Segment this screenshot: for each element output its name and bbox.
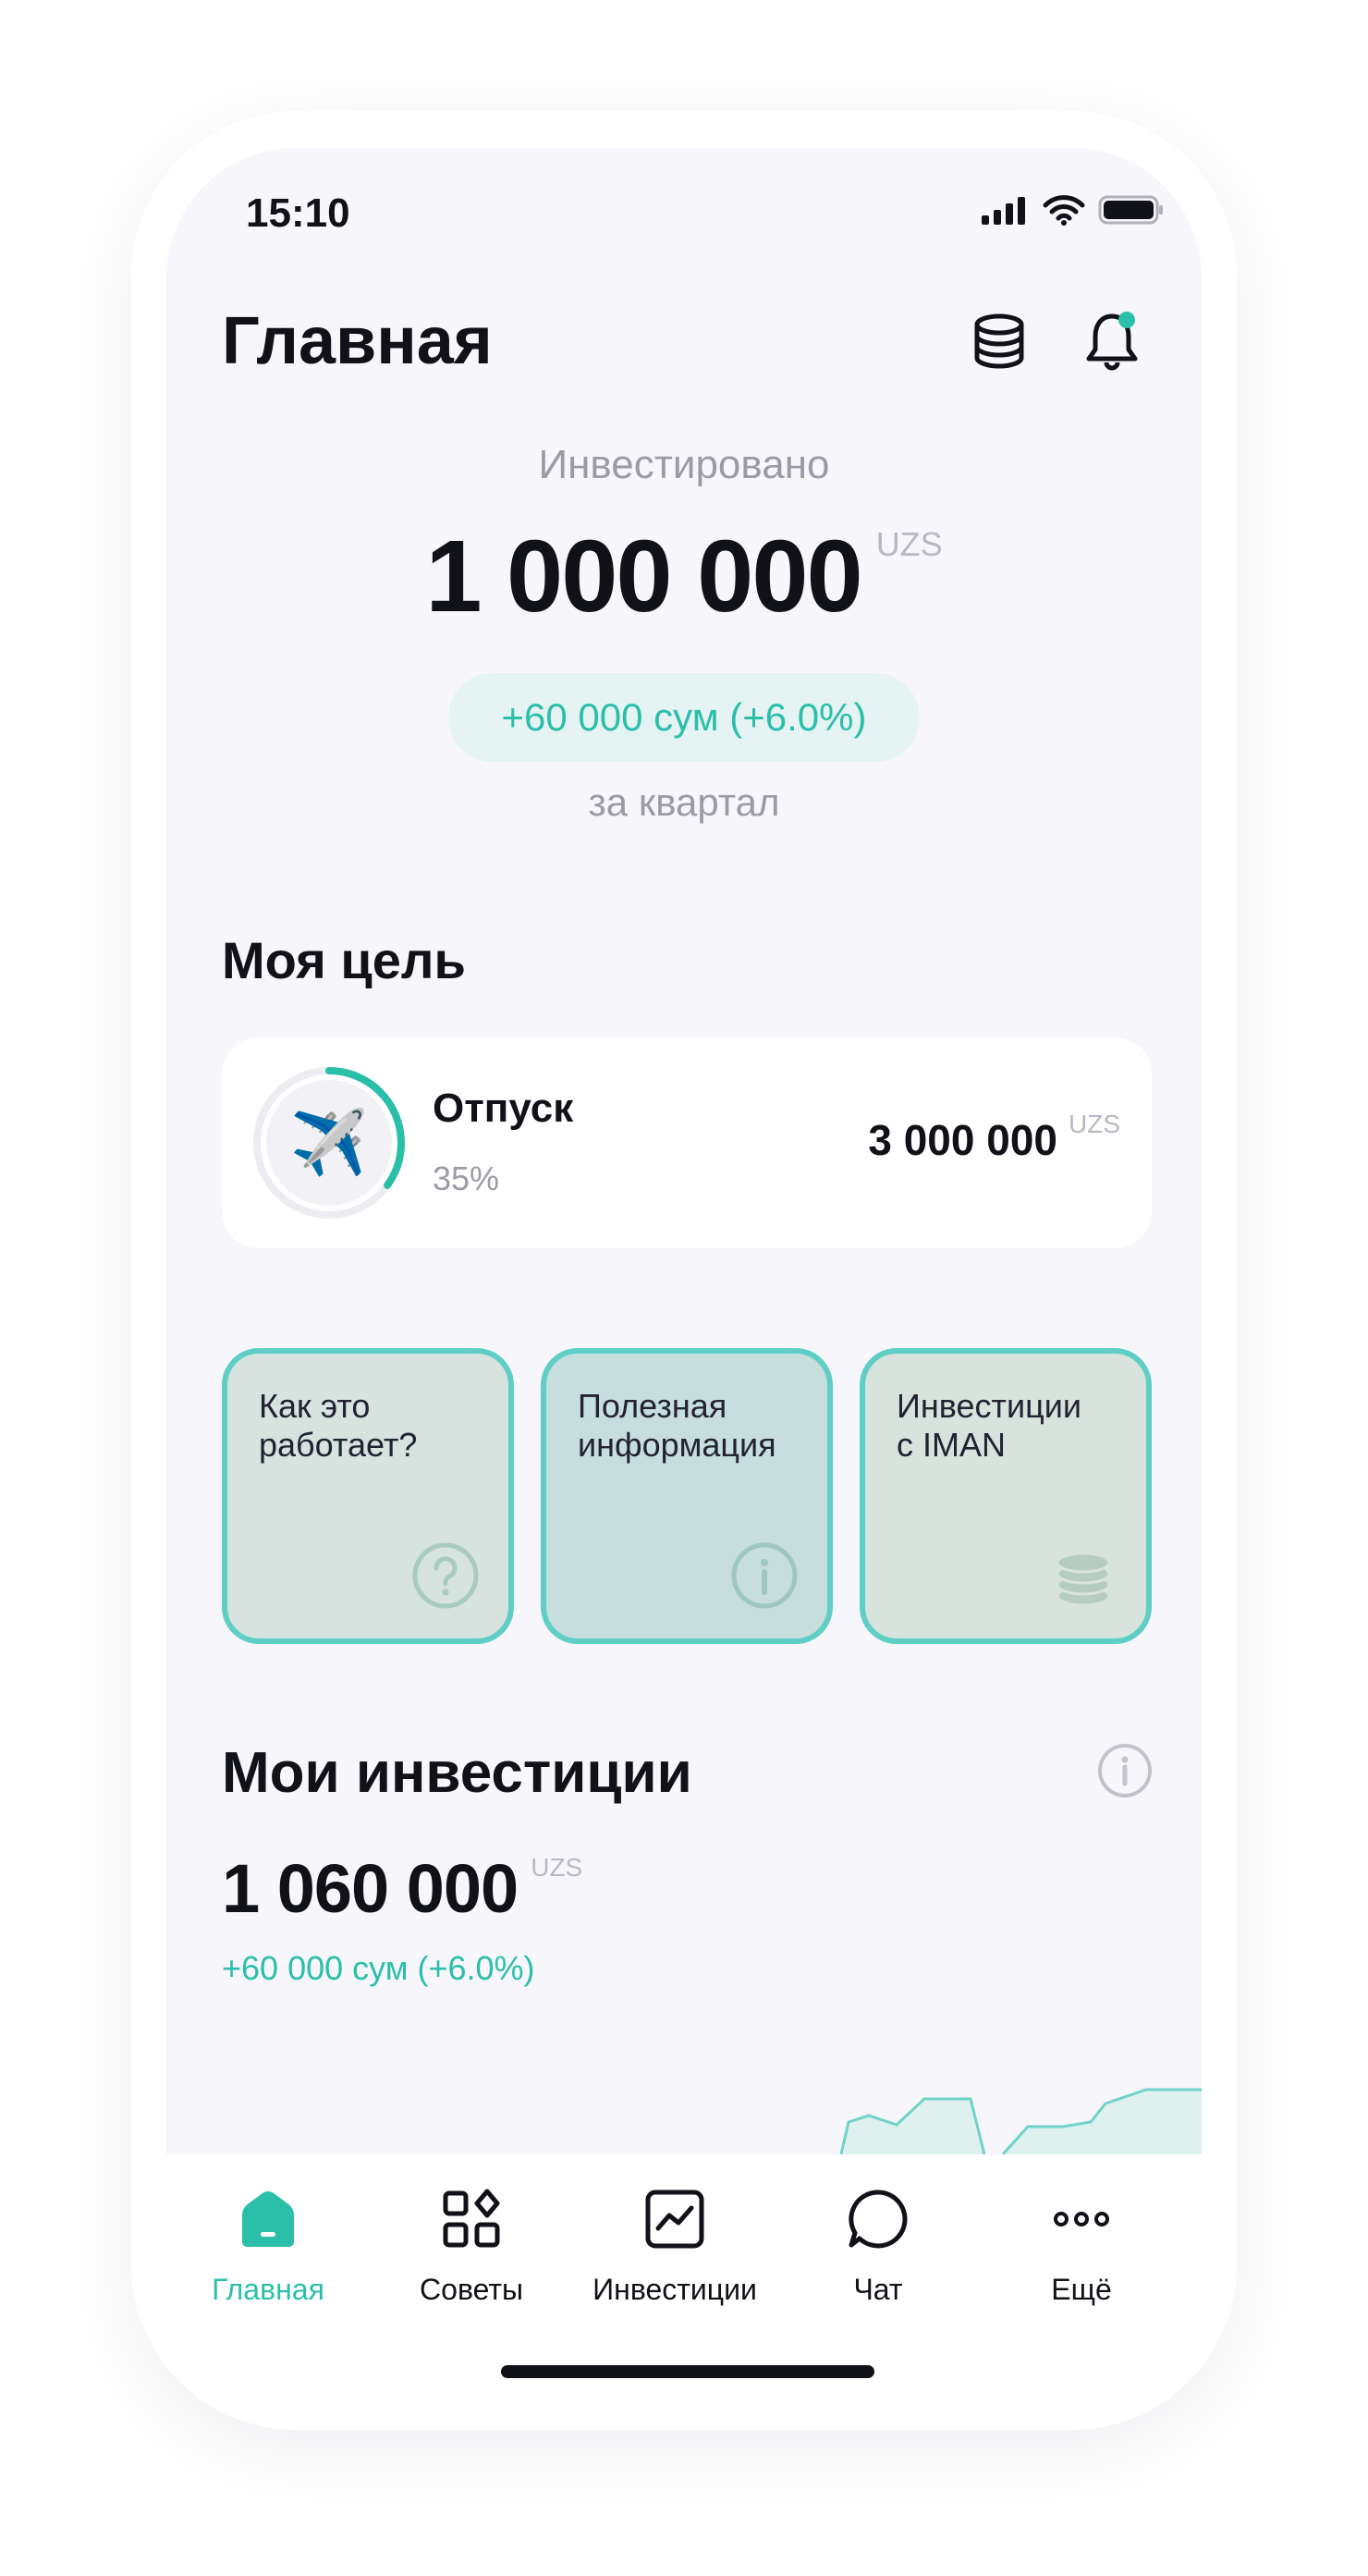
info-card-label: Полезная информация xyxy=(578,1387,776,1464)
tab-bar: Главная Советы Инвестиции Чат Ещё xyxy=(166,2154,1202,2386)
battery-icon xyxy=(1098,195,1163,225)
goal-target-amount: 3 000 000 xyxy=(868,1116,1057,1164)
wifi-icon xyxy=(1043,195,1085,226)
investments-info-icon[interactable] xyxy=(1096,1742,1154,1799)
goal-card[interactable]: ✈️ Отпуск 35% 3 000 000 UZS xyxy=(222,1037,1152,1248)
investments-total: 1 060 000 UZS xyxy=(222,1849,582,1928)
tab-label: Инвестиции xyxy=(592,2273,757,2306)
page-title: Главная xyxy=(222,304,493,378)
goal-section-title: Моя цель xyxy=(222,931,466,989)
airplane-icon: ✈️ xyxy=(289,1108,369,1178)
notifications-button[interactable] xyxy=(1080,309,1144,374)
invested-amount: 1 000 000 xyxy=(425,520,862,633)
invested-label: Инвестировано xyxy=(538,442,830,487)
more-icon xyxy=(1054,2212,1109,2226)
tab-tips[interactable]: Советы xyxy=(370,2154,573,2339)
tab-label: Ещё xyxy=(1051,2273,1112,2306)
goal-target-currency: UZS xyxy=(1069,1110,1120,1138)
home-icon xyxy=(242,2191,294,2247)
invested-total: 1 000 000 UZS xyxy=(166,518,1202,635)
home-indicator[interactable] xyxy=(501,2365,874,2378)
investments-section-title: Мои инвестиции xyxy=(222,1741,692,1805)
investments-sparkline xyxy=(839,2088,1202,2154)
goal-name: Отпуск xyxy=(433,1086,574,1131)
chart-icon xyxy=(645,2190,704,2249)
chat-icon xyxy=(849,2190,908,2249)
signal-icon xyxy=(982,197,1025,225)
tab-more[interactable]: Ещё xyxy=(980,2154,1183,2339)
question-icon xyxy=(412,1542,479,1609)
info-card-label: Как это работает? xyxy=(259,1387,418,1464)
coins-stack-icon xyxy=(1056,1552,1111,1607)
period-label: за квартал xyxy=(588,780,780,824)
invested-change-badge: +60 000 сум (+6.0%) xyxy=(448,673,920,762)
goal-target: 3 000 000 UZS xyxy=(868,1110,1120,1165)
investments-change: +60 000 сум (+6.0%) xyxy=(222,1949,535,1987)
goal-percent: 35% xyxy=(433,1159,500,1197)
info-card-how-it-works[interactable]: Как это работает? xyxy=(222,1348,514,1644)
tab-label: Чат xyxy=(853,2273,903,2306)
status-time: 15:10 xyxy=(246,190,350,236)
info-card-invest-iman[interactable]: Инвестиции с IMAN xyxy=(860,1348,1152,1644)
coins-button[interactable] xyxy=(967,309,1032,374)
investments-currency: UZS xyxy=(531,1853,583,1882)
info-icon xyxy=(731,1542,798,1609)
tab-label: Советы xyxy=(420,2273,523,2306)
tab-chat[interactable]: Чат xyxy=(776,2154,980,2339)
app-screen: 15:10 Главная Инвестировано 1 000 000 UZ… xyxy=(166,148,1202,2386)
investments-amount: 1 060 000 xyxy=(222,1850,519,1927)
invested-currency: UZS xyxy=(875,525,943,563)
info-card-label: Инвестиции с IMAN xyxy=(897,1387,1081,1464)
status-icons xyxy=(982,194,1165,226)
tips-grid-icon xyxy=(443,2189,500,2248)
bell-icon xyxy=(1086,312,1138,371)
tab-home[interactable]: Главная xyxy=(166,2154,370,2339)
info-card-useful-info[interactable]: Полезная информация xyxy=(541,1348,833,1644)
tab-label: Главная xyxy=(212,2273,324,2306)
tab-investments[interactable]: Инвестиции xyxy=(573,2154,776,2339)
coins-icon xyxy=(974,313,1024,369)
